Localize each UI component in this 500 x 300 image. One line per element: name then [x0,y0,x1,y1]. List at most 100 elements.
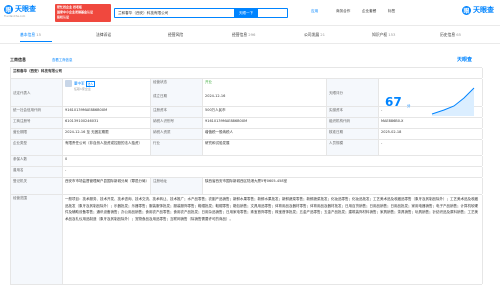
scope-value: 一般项目：技术服务、技术开发、技术咨询、技术交流、技术转让、技术推广；水产品零售… [63,195,483,284]
table-row: 统一社会信用代码 91610139MAE886B0XM 注册资本 500万人民币… [11,107,483,118]
authority-label: 登记机关 [11,178,63,194]
taxid-label: 纳税人识别号 [151,118,203,128]
table-row: 登记机关 西安市市场监督管理局户县国际新城分局（鄠邑分局） 注册地址 陕西省西安… [11,178,483,195]
tab-label: 经营风险 [168,32,184,37]
legal-rep-sub: 任职1家企业 [74,87,91,91]
brand-top-text: 天眼查 [473,6,494,14]
formername-label: 曾用名 [11,167,63,177]
section-title: 工商信息 [10,57,26,62]
tab-operation[interactable]: 经营信息296 [232,32,255,38]
credit-label: 统一社会信用代码 [11,107,63,117]
score-unit: 分 [407,104,411,108]
authority-value: 西安市市场监督管理局户县国际新城分局（鄠邑分局） [63,178,151,194]
tab-count: 296 [248,32,256,37]
taxid-value: 91610139MAE886B0XM [203,118,327,128]
tab-development[interactable]: 公司发展21 [304,32,325,38]
type-label: 企业类型 [11,140,63,155]
avatar [65,80,72,87]
tianyancha-logo-icon: 眼 [4,4,13,14]
brand-top[interactable]: 眼 天眼查 [462,5,494,15]
top-header: 眼 天眼查 TianYanCha.com 帮忙找企业 找老板 国家中小企业发展基… [0,0,500,26]
orgcode-value: MAE886B0-X [379,118,483,128]
nav-apps[interactable]: 应用 [311,9,318,14]
nav-business[interactable]: 商务合作 [336,9,350,14]
tab-basic-info[interactable]: 基本信息15 [20,32,41,38]
table-row: 经营范围 一般项目：技术服务、技术开发、技术咨询、技术交流、技术转让、技术推广；… [11,195,483,285]
insured-label: 参保人数 [11,156,63,166]
tab-count: 65 [456,32,462,37]
table-row: 法定代表人 董中军 法人 任职1家企业 经营状态 开业 成立日期 2024-12-… [11,79,483,107]
table-row: 营业期限 2024-12-16 至 无固定期限 纳税人资质 增值税一般纳税人 核… [11,129,483,140]
logo-subtitle: TianYanCha.com [4,15,26,18]
tab-label: 经营信息 [232,32,248,37]
company-name[interactable]: 兰和春华（西安）科技有限公司 [11,68,483,78]
type-value: 有限责任公司（非自然人投资或控股的法人独资） [63,140,151,155]
address-label: 注册地址 [151,178,203,194]
legal-rep-cell: 董中军 法人 任职1家企业 [63,79,151,106]
status-label: 经营状态 [151,79,203,93]
capital-value: 500万人民币 [203,107,327,117]
promo-banner[interactable]: 帮忙找企业 找老板 国家中小企业发展基金认证 股权认证 [55,4,111,22]
legal-rep-tag: 法人 [85,80,96,87]
status-value: 开业 [203,79,327,93]
tab-bar: 基本信息15 法律诉讼 经营风险 经营信息296 公司发展21 知识产权153 … [0,27,500,44]
search-button[interactable]: 天眼一下 [234,8,258,18]
orgcode-label: 组织机构代码 [327,118,379,128]
nav-plans[interactable]: 企业套餐 [362,9,376,14]
legal-rep-name[interactable]: 董中军 [74,82,85,86]
taxpayer-value: 增值税一般纳税人 [203,129,327,139]
legal-rep-label: 法定代表人 [11,79,63,106]
credit-value[interactable]: 91610139MAE886B0XM [63,107,151,117]
staff-value: - [379,140,483,155]
tab-count: 21 [320,32,326,37]
tab-count: 15 [36,32,42,37]
approved-label: 核准日期 [327,129,379,139]
tab-legal[interactable]: 法律诉讼 [96,32,112,38]
view-business-info-link[interactable]: 查看工商信息 [52,57,72,62]
section-brand: 天眼查 [457,57,473,63]
term-label: 营业期限 [11,129,63,139]
approved-value: 2025-02-18 [379,129,483,139]
nav-tags[interactable]: 标签 [388,9,395,14]
business-info-table: 兰和春华（西安）科技有限公司 法定代表人 董中军 法人 任职1家企业 经营状态 开… [10,67,483,285]
formername-value: - [63,167,483,177]
table-row: 企业类型 有限责任公司（非自然人投资或控股的法人独资） 行业 研究和试验发展 人… [11,140,483,156]
promo-line: 股权认证 [57,15,70,19]
insured-value: 0 [63,156,483,166]
active-tab-indicator [20,41,52,42]
staff-label: 人员规模 [327,140,379,155]
logo-text: 天眼查 [15,5,36,13]
tab-label: 基本信息 [20,32,36,37]
tab-history[interactable]: 历史信息65 [440,32,461,38]
tab-count: 153 [388,32,396,37]
table-row: 工商注册号 610139100246031 纳税人识别号 91610139MAE… [11,118,483,129]
industry-value: 研究和试验发展 [203,140,327,155]
term-value: 2024-12-16 至 无固定期限 [63,129,151,139]
regno-label: 工商注册号 [11,118,63,128]
search-box[interactable]: 兰和春华（西安）科技有限公司 [114,8,288,18]
founded-label: 成立日期 [151,92,203,106]
founded-value: 2024-12-16 [203,92,327,106]
tab-ip[interactable]: 知识产权153 [372,32,395,38]
score-value: 67 [385,95,402,109]
taxpayer-label: 纳税人资质 [151,129,203,139]
tab-risk[interactable]: 经营风险 [168,32,184,38]
industry-label: 行业 [151,140,203,155]
tab-label: 知识产权 [372,32,388,37]
site-logo[interactable]: 眼 天眼查 [4,4,36,14]
capital-label: 注册资本 [151,107,203,117]
table-row: 兰和春华（西安）科技有限公司 [11,68,483,79]
tab-label: 法律诉讼 [96,32,112,37]
tianyancha-logo-icon: 眼 [462,5,471,15]
score-trend-chart [431,87,475,116]
table-row: 曾用名 - [11,167,483,178]
address-value[interactable]: 陕西省西安市国际新城西区陆港大厦5号0605-458室 [203,178,483,194]
table-row: 参保人数 0 [11,156,483,167]
score-label: 天眼评分 [327,79,379,106]
paid-label: 实缴资本 [327,107,379,117]
tab-label: 公司发展 [304,32,320,37]
regno-value: 610139100246031 [63,118,151,128]
search-input[interactable]: 兰和春华（西安）科技有限公司 [118,11,168,16]
tab-label: 历史信息 [440,32,456,37]
scope-label: 经营范围 [11,195,63,284]
